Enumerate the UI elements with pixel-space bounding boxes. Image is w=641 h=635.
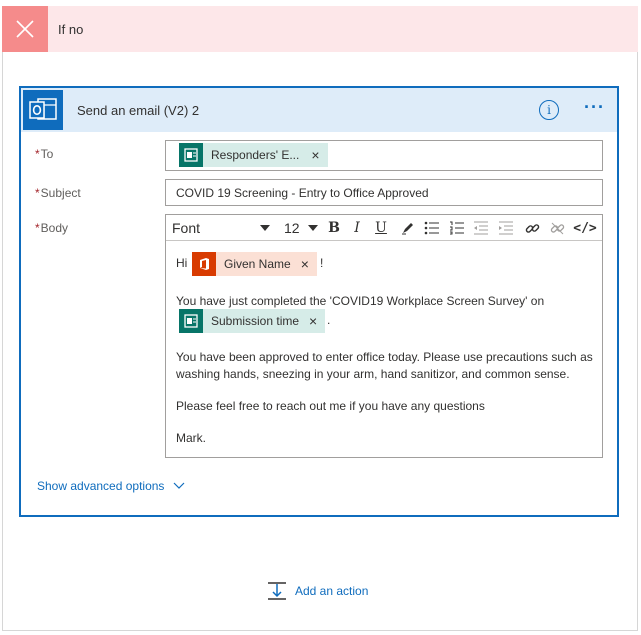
increase-indent-icon[interactable]	[497, 218, 515, 238]
body-line-3: Please feel free to reach out me if you …	[176, 399, 485, 413]
remove-token-icon[interactable]: ×	[311, 147, 319, 163]
bold-button[interactable]: B	[325, 218, 343, 238]
body-line-1: You have just completed the 'COVID19 Wor…	[176, 294, 545, 308]
advanced-label: Show advanced options	[37, 479, 165, 493]
submission-time-token[interactable]: Submission time ×	[179, 309, 326, 333]
office-icon	[192, 252, 216, 276]
numbered-list-icon[interactable]	[448, 218, 466, 238]
subject-value: COVID 19 Screening - Entry to Office App…	[176, 186, 429, 200]
font-dropdown[interactable]: Font	[172, 218, 270, 238]
underline-button[interactable]: U	[372, 218, 390, 238]
required-mark: *	[35, 147, 40, 161]
given-name-token[interactable]: Given Name ×	[192, 252, 317, 276]
add-action-label: Add an action	[295, 584, 369, 598]
body-label-text: Body	[40, 221, 69, 235]
add-action-icon	[268, 582, 286, 600]
show-advanced-options[interactable]: Show advanced options	[37, 479, 185, 493]
remove-token-icon[interactable]: ×	[301, 256, 309, 272]
more-glyph: ···	[584, 97, 605, 117]
action-header[interactable]: Send an email (V2) 2 i ···	[21, 88, 617, 132]
to-label: *To	[35, 147, 53, 161]
link-icon[interactable]	[523, 218, 541, 238]
unlink-icon[interactable]	[548, 218, 566, 238]
highlight-pen-icon[interactable]	[399, 218, 417, 238]
add-action-button[interactable]: Add an action	[267, 581, 368, 601]
to-label-text: To	[40, 147, 54, 161]
info-icon[interactable]: i	[539, 100, 559, 120]
forms-icon	[179, 143, 203, 167]
subject-label: *Subject	[35, 186, 81, 200]
code-view-button[interactable]: </>	[573, 218, 597, 238]
subject-input[interactable]: COVID 19 Screening - Entry to Office App…	[165, 179, 603, 206]
forms-icon	[179, 309, 203, 333]
condition-branch-header[interactable]: If no	[2, 6, 638, 52]
chevron-down-icon	[308, 225, 318, 231]
info-glyph: i	[547, 103, 551, 117]
required-mark: *	[35, 221, 40, 235]
more-options-icon[interactable]: ···	[584, 97, 605, 118]
body-editor[interactable]: Font 12 B I U </> Hi Given Name × ! You …	[165, 214, 603, 458]
font-size-value: 12	[284, 220, 300, 236]
token-label: Responders' E...	[211, 148, 300, 162]
signature: Mark.	[176, 431, 206, 445]
bullet-list-icon[interactable]	[423, 218, 441, 238]
body-line-2a: You have been approved to enter office t…	[176, 350, 593, 364]
action-title: Send an email (V2) 2	[77, 102, 200, 118]
rich-text-toolbar: Font 12 B I U </>	[166, 215, 602, 241]
chevron-down-icon	[260, 225, 270, 231]
subject-label-text: Subject	[40, 186, 81, 200]
required-mark: *	[35, 186, 40, 200]
token-label: Given Name	[224, 257, 291, 271]
decrease-indent-icon[interactable]	[472, 218, 490, 238]
greeting-text: Hi	[176, 256, 188, 270]
token-label: Submission time	[211, 314, 300, 328]
to-field[interactable]: Responders' E... ×	[165, 140, 603, 171]
body-label: *Body	[35, 221, 68, 235]
body-line-2b: washing hands, sneezing in your arm, han…	[176, 367, 570, 381]
close-icon[interactable]	[2, 6, 48, 52]
font-size-dropdown[interactable]: 12	[284, 218, 318, 238]
font-dropdown-value: Font	[172, 220, 201, 236]
remove-token-icon[interactable]: ×	[309, 313, 317, 329]
italic-button[interactable]: I	[348, 218, 366, 238]
chevron-down-icon	[174, 482, 185, 489]
greeting-end: !	[320, 256, 324, 270]
send-email-action-card: Send an email (V2) 2 i ··· *To Responder…	[19, 86, 619, 517]
outlook-icon	[23, 90, 63, 130]
condition-branch-title: If no	[58, 21, 84, 37]
line-1-end: .	[327, 313, 331, 327]
responders-email-token[interactable]: Responders' E... ×	[179, 143, 328, 167]
